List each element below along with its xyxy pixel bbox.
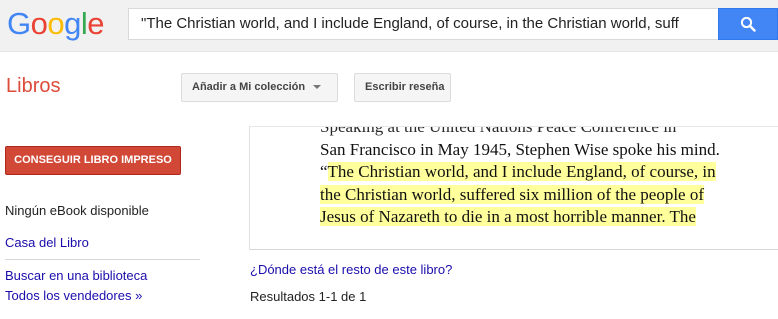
logo-letter: o <box>30 6 48 41</box>
add-to-collection-label: Añadir a Mi colección <box>192 81 306 93</box>
highlighted-text: The Christian world, and I include Engla… <box>327 162 716 181</box>
no-ebook-text: Ningún eBook disponible <box>5 203 149 218</box>
find-in-library-link[interactable]: Buscar en una biblioteca <box>5 268 147 283</box>
write-review-label: Escribir reseña <box>365 81 445 93</box>
sidebar-divider <box>5 259 200 260</box>
results-count: Resultados 1-1 de 1 <box>250 289 367 304</box>
book-snippet[interactable]: Speaking at the United Nations Peace Con… <box>250 126 778 250</box>
write-review-button[interactable]: Escribir reseña <box>354 73 451 102</box>
logo-letter: g <box>64 6 81 41</box>
search-button[interactable] <box>718 8 778 40</box>
snippet-line: Jesus of Nazareth to die in a most horri… <box>320 206 750 229</box>
snippet-line: “The Christian world, and I include Engl… <box>320 161 750 184</box>
top-bar: Google "The Christian world, and I inclu… <box>0 0 778 52</box>
search-icon <box>740 16 756 32</box>
logo-letter: G <box>7 6 31 41</box>
store-link[interactable]: Casa del Libro <box>5 235 89 250</box>
search-input[interactable]: "The Christian world, and I include Engl… <box>128 8 718 40</box>
where-is-rest-link[interactable]: ¿Dónde está el resto de este libro? <box>250 262 452 277</box>
caret-down-icon <box>313 85 322 90</box>
snippet-line: Speaking at the United Nations Peace Con… <box>320 126 677 136</box>
highlighted-text: the Christian world, suffered six millio… <box>320 184 705 204</box>
snippet-line: San Francisco in May 1945, Stephen Wise … <box>320 139 720 159</box>
snippet-quote-mark: “ <box>320 162 328 181</box>
google-logo[interactable]: Google <box>7 6 105 42</box>
snippet-top-edge <box>250 126 778 127</box>
section-title-libros[interactable]: Libros <box>6 75 60 98</box>
logo-letter: o <box>47 6 65 41</box>
logo-letter: e <box>87 6 105 41</box>
get-print-book-button[interactable]: CONSEGUIR LIBRO IMPRESO <box>5 146 181 175</box>
book-page-text: Speaking at the United Nations Peace Con… <box>320 126 750 229</box>
highlighted-text: Jesus of Nazareth to die in a most horri… <box>320 207 696 226</box>
snippet-line: the Christian world, suffered six millio… <box>320 184 750 207</box>
all-sellers-link[interactable]: Todos los vendedores » <box>5 288 142 303</box>
add-to-collection-button[interactable]: Añadir a Mi colección <box>181 73 338 102</box>
